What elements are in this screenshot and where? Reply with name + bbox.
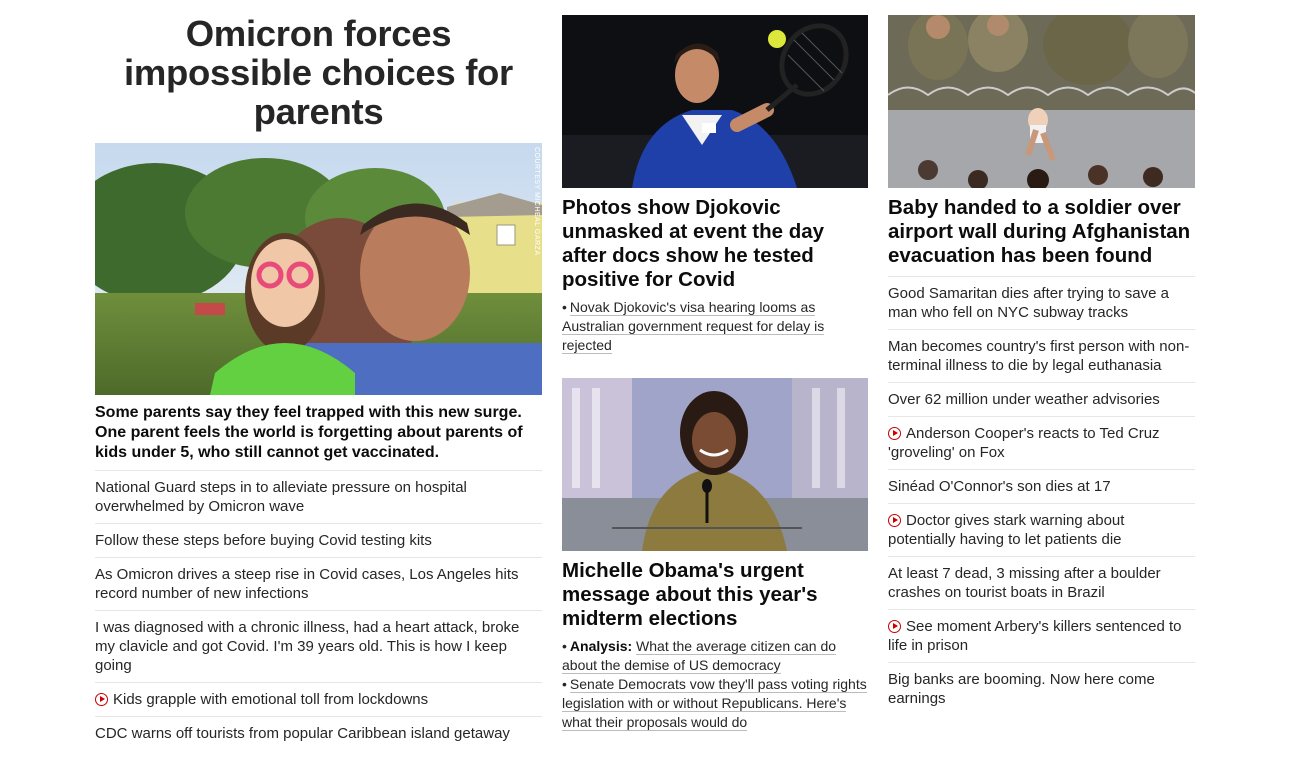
list-item-text: Kids grapple with emotional toll from lo… xyxy=(113,691,429,708)
list-item[interactable]: Doctor gives stark warning about potenti… xyxy=(888,504,1195,557)
list-item-text: Over 62 million under weather advisories xyxy=(888,391,1160,408)
list-item[interactable]: As Omicron drives a steep rise in Covid … xyxy=(95,558,542,611)
list-item-text: Sinéad O'Connor's son dies at 17 xyxy=(888,478,1111,495)
djokovic-related: • Novak Djokovic's visa hearing looms as … xyxy=(562,298,868,355)
list-item[interactable]: Man becomes country's first person with … xyxy=(888,330,1195,383)
list-item-text: Good Samaritan dies after trying to save… xyxy=(888,285,1169,321)
bullet: • xyxy=(562,676,567,692)
list-item-text: CDC warns off tourists from popular Cari… xyxy=(95,725,510,742)
list-item-text: Man becomes country's first person with … xyxy=(888,338,1190,374)
related-link[interactable]: Senate Democrats vow they'll pass voting… xyxy=(562,676,867,731)
middle-column: Photos show Djokovic unmasked at event t… xyxy=(562,0,868,732)
video-play-icon xyxy=(888,514,901,527)
list-item[interactable]: National Guard steps in to alleviate pre… xyxy=(95,471,542,524)
video-play-icon xyxy=(95,693,108,706)
list-item-text: Anderson Cooper's reacts to Ted Cruz 'gr… xyxy=(888,425,1160,461)
list-item[interactable]: Sinéad O'Connor's son dies at 17 xyxy=(888,470,1195,504)
bullet: • xyxy=(562,638,567,654)
afghanistan-photo[interactable] xyxy=(888,15,1195,188)
list-item-text: Follow these steps before buying Covid t… xyxy=(95,532,432,549)
list-item[interactable]: See moment Arbery's killers sentenced to… xyxy=(888,610,1195,663)
list-item[interactable]: At least 7 dead, 3 missing after a bould… xyxy=(888,557,1195,610)
right-column: Baby handed to a soldier over airport wa… xyxy=(888,0,1195,715)
list-item-text: I was diagnosed with a chronic illness, … xyxy=(95,619,520,674)
related-link[interactable]: Novak Djokovic's visa hearing looms as A… xyxy=(562,299,825,354)
list-item-text: Doctor gives stark warning about potenti… xyxy=(888,512,1125,548)
photo-credit: COURTESY MICHEAL GARZA xyxy=(533,147,540,256)
djokovic-headline[interactable]: Photos show Djokovic unmasked at event t… xyxy=(562,196,868,292)
hero-headline[interactable]: Omicron forces impossible choices for pa… xyxy=(95,14,542,131)
obama-headline[interactable]: Michelle Obama's urgent message about th… xyxy=(562,559,868,631)
list-item[interactable]: Follow these steps before buying Covid t… xyxy=(95,524,542,558)
djokovic-photo[interactable] xyxy=(562,15,868,188)
list-item[interactable]: Big banks are booming. Now here come ear… xyxy=(888,663,1195,715)
afghanistan-headline[interactable]: Baby handed to a soldier over airport wa… xyxy=(888,196,1195,277)
list-item-text: As Omicron drives a steep rise in Covid … xyxy=(95,566,519,602)
list-item[interactable]: I was diagnosed with a chronic illness, … xyxy=(95,611,542,683)
list-item-text: National Guard steps in to alleviate pre… xyxy=(95,479,467,515)
left-column: Omicron forces impossible choices for pa… xyxy=(95,0,542,750)
bullet: • xyxy=(562,299,567,315)
right-headline-list: Good Samaritan dies after trying to save… xyxy=(888,277,1195,715)
list-item-text: See moment Arbery's killers sentenced to… xyxy=(888,618,1182,654)
obama-related: • Analysis: What the average citizen can … xyxy=(562,637,868,732)
list-item[interactable]: Over 62 million under weather advisories xyxy=(888,383,1195,417)
hero-subheadline[interactable]: Some parents say they feel trapped with … xyxy=(95,403,542,471)
list-item-text: Big banks are booming. Now here come ear… xyxy=(888,671,1155,707)
video-play-icon xyxy=(888,620,901,633)
list-item-text: At least 7 dead, 3 missing after a bould… xyxy=(888,565,1161,601)
hero-photo[interactable]: COURTESY MICHEAL GARZA xyxy=(95,143,542,395)
video-play-icon xyxy=(888,427,901,440)
analysis-label: Analysis: xyxy=(569,638,633,654)
left-headline-list: National Guard steps in to alleviate pre… xyxy=(95,471,542,750)
list-item[interactable]: Good Samaritan dies after trying to save… xyxy=(888,277,1195,330)
list-item[interactable]: CDC warns off tourists from popular Cari… xyxy=(95,717,542,750)
obama-photo[interactable] xyxy=(562,378,868,551)
list-item[interactable]: Kids grapple with emotional toll from lo… xyxy=(95,683,542,717)
list-item[interactable]: Anderson Cooper's reacts to Ted Cruz 'gr… xyxy=(888,417,1195,470)
